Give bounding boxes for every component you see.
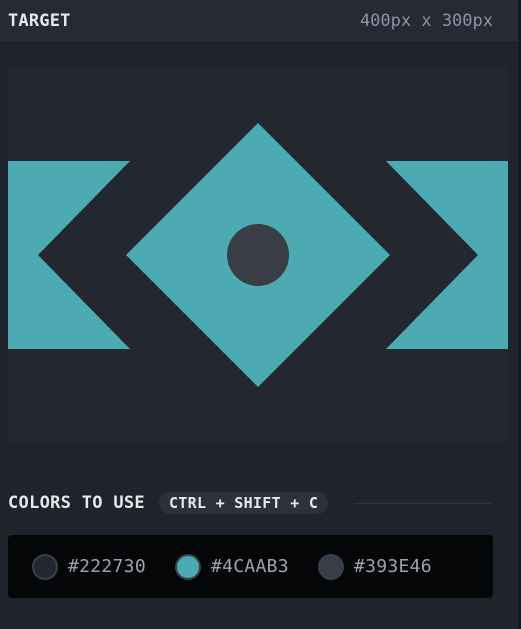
color-swatch[interactable] bbox=[317, 553, 344, 580]
color-swatch[interactable] bbox=[32, 553, 58, 580]
swatch-item-393e46[interactable]: #393E46 bbox=[317, 553, 432, 580]
colors-label: COLORS TO USE bbox=[8, 493, 145, 513]
colors-header: COLORS TO USE CTRL + SHIFT + C bbox=[8, 490, 493, 516]
target-image bbox=[8, 68, 508, 443]
swatch-item-222730[interactable]: #222730 bbox=[32, 553, 146, 580]
color-code[interactable]: #4CAAB3 bbox=[211, 556, 289, 577]
color-code[interactable]: #393E46 bbox=[354, 556, 432, 577]
target-title: TARGET bbox=[8, 11, 71, 31]
target-dimensions: 400px x 300px bbox=[359, 11, 493, 31]
swatch-item-4caab3[interactable]: #4CAAB3 bbox=[174, 553, 289, 580]
color-swatch[interactable] bbox=[174, 553, 201, 580]
header-divider bbox=[354, 502, 493, 504]
color-palette: #222730 #4CAAB3 #393E46 bbox=[8, 535, 493, 598]
center-circle-shape bbox=[227, 224, 289, 286]
target-header: TARGET 400px x 300px bbox=[0, 0, 521, 43]
shortcut-badge: CTRL + SHIFT + C bbox=[158, 492, 329, 514]
color-code[interactable]: #222730 bbox=[68, 556, 146, 577]
target-preview bbox=[8, 68, 508, 443]
